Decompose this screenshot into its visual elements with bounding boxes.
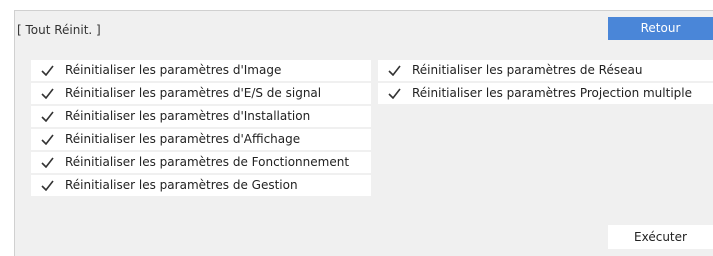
- option-reset-management[interactable]: Réinitialiser les paramètres de Gestion: [31, 175, 371, 196]
- option-label: Réinitialiser les paramètres d'Image: [65, 63, 282, 77]
- checkmark-icon: [41, 88, 54, 99]
- option-reset-display[interactable]: Réinitialiser les paramètres d'Affichage: [31, 129, 371, 150]
- option-reset-signal-io[interactable]: Réinitialiser les paramètres d'E/S de si…: [31, 83, 371, 104]
- checkmark-icon: [41, 157, 54, 168]
- option-reset-image[interactable]: Réinitialiser les paramètres d'Image: [31, 60, 371, 81]
- checkmark-icon: [388, 88, 401, 99]
- option-label: Réinitialiser les paramètres d'Affichage: [65, 132, 301, 146]
- checkmark-icon: [388, 65, 401, 76]
- option-reset-network[interactable]: Réinitialiser les paramètres de Réseau: [378, 60, 713, 81]
- dialog-title: [ Tout Réinit. ]: [17, 23, 101, 37]
- option-label: Réinitialiser les paramètres de Fonction…: [65, 155, 350, 169]
- option-label: Réinitialiser les paramètres de Gestion: [65, 178, 298, 192]
- option-reset-multi-projection[interactable]: Réinitialiser les paramètres Projection …: [378, 83, 713, 104]
- back-button[interactable]: Retour: [608, 17, 713, 40]
- execute-button[interactable]: Exécuter: [608, 225, 713, 249]
- checkmark-icon: [41, 65, 54, 76]
- option-label: Réinitialiser les paramètres d'Installat…: [65, 109, 311, 123]
- option-reset-operation[interactable]: Réinitialiser les paramètres de Fonction…: [31, 152, 371, 173]
- checkmark-icon: [41, 180, 54, 191]
- checkmark-icon: [41, 111, 54, 122]
- option-label: Réinitialiser les paramètres de Réseau: [412, 63, 643, 77]
- option-label: Réinitialiser les paramètres Projection …: [412, 86, 692, 100]
- checkmark-icon: [41, 134, 54, 145]
- option-reset-installation[interactable]: Réinitialiser les paramètres d'Installat…: [31, 106, 371, 127]
- option-label: Réinitialiser les paramètres d'E/S de si…: [65, 86, 322, 100]
